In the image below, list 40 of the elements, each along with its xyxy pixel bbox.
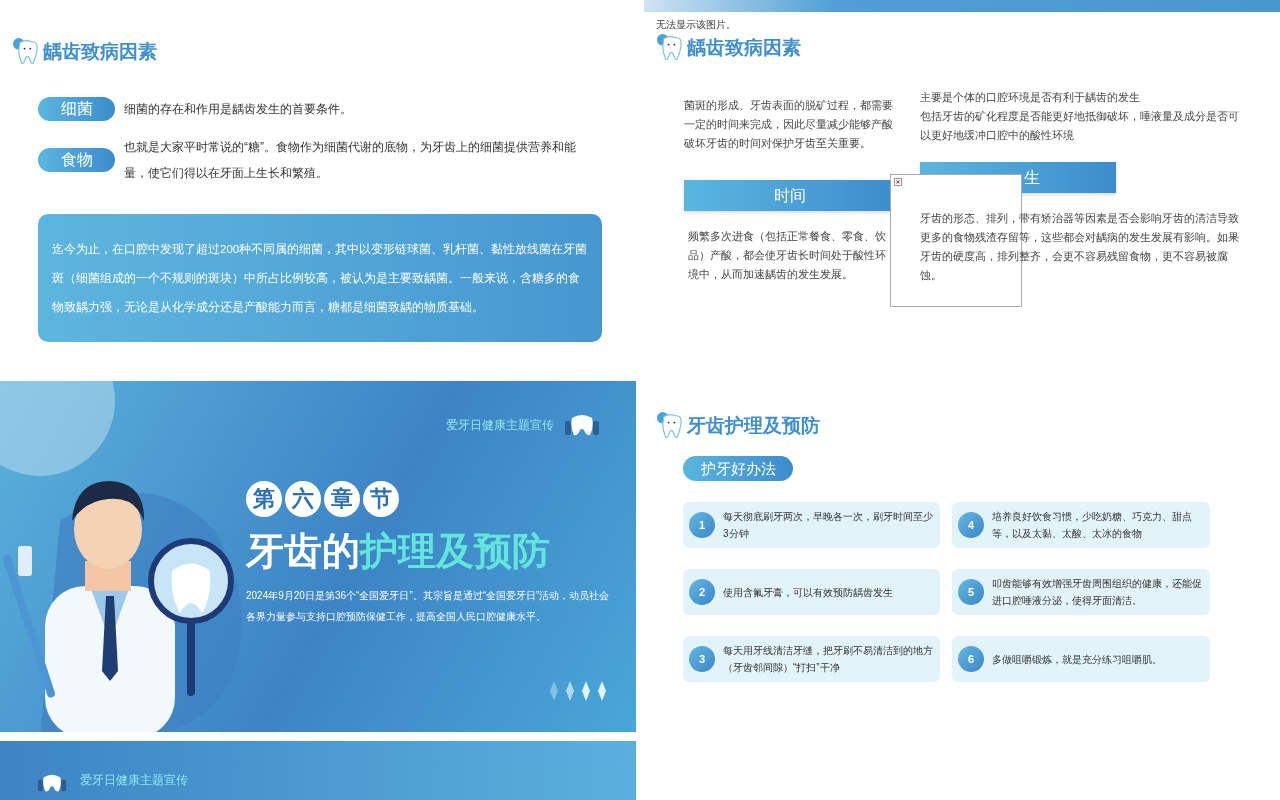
- tooth-mascot-icon: [656, 411, 683, 440]
- chapter-badge: 六: [285, 481, 321, 518]
- step-number: 3: [689, 646, 715, 672]
- tooth-mascot-icon: [12, 37, 39, 66]
- factor-description: 细菌的存在和作用是龋齿发生的首要条件。: [124, 101, 353, 118]
- tip-text: 培养良好饮食习惯，少吃奶糖、巧克力、甜点等，以及太黏、太酸、太冰的食物: [992, 510, 1193, 541]
- step-number: 5: [958, 579, 984, 605]
- tagline: 爱牙日健康主题宣传: [80, 772, 188, 787]
- chapter-badge: 节: [363, 481, 399, 518]
- callout-panel: 迄今为止，在口腔中发现了超过200种不同属的细菌，其中以变形链球菌、乳杆菌、黏性放线菌在牙菌斑（细菌组成的一个不规则的斑块）中所占比例较高，被认为是主要致龋菌。一般来说，含糖多的食物致龋力强，无论是从化学成分还是产酸能力而言，糖都是细菌致龋的物质基础。: [38, 214, 602, 342]
- step-number: 1: [689, 512, 715, 538]
- slide-title: 牙齿护理及预防: [687, 413, 820, 438]
- tooth-mascot-icon: [656, 33, 683, 62]
- factor-description: 牙齿的形态、排列，带有矫治器等因素是否会影响牙齿的清洁导致更多的食物残渣存留等，这些都会对龋病的发生发展有影响。如果牙齿的硬度高，排列整齐，会更不容易残留食物，更不容易被腐蚀。: [920, 211, 1240, 283]
- factor-description: 主要是个体的口腔环境是否有利于龋齿的发生: [920, 90, 1141, 105]
- section-tag: 护牙好办法: [683, 456, 793, 481]
- factor-description: 包括牙齿的矿化程度是否能更好地抵御破坏，唾液量及成分是否可以更好地缓冲口腔中的酸性环境: [920, 109, 1240, 143]
- chapter-badge: 第: [246, 481, 282, 518]
- step-number: 2: [689, 579, 715, 605]
- tip-text: 每天用牙线清洁牙缝，把牙刷不易清洁到的地方（牙齿邻间隙）“打扫”干净: [723, 644, 934, 675]
- tip-text: 叩齿能够有效增强牙齿周围组织的健康，还能促进口腔唾液分泌，使得牙面清洁。: [992, 577, 1203, 608]
- image-error-text: 无法显示该图片。: [656, 19, 737, 31]
- factor-description: 频繁多次进食（包括正常餐食、零食、饮品）产酸，都会使牙齿长时间处于酸性环境中，从而加速龋齿的发生发展。: [687, 229, 887, 282]
- tooth-mascot-icon: [564, 413, 600, 438]
- step-number: 6: [958, 646, 984, 672]
- factor-tag: 细菌: [38, 97, 115, 121]
- factor-tag: 食物: [38, 148, 115, 172]
- factor-description: 菌斑的形成、牙齿表面的脱矿过程，都需要一定的时间来完成，因此尽量减少能够产酸破坏牙齿的时间对保护牙齿至关重要。: [684, 98, 894, 151]
- tip-text: 多做咀嚼锻炼，就是充分练习咀嚼肌。: [992, 652, 1162, 667]
- section-description: 2024年9月20日是第36个“全国爱牙日”。其宗旨是通过“全国爱牙日”活动，动员社会各界力量参与支持口腔预防保健工作，提高全国人民口腔健康水平。: [246, 589, 611, 625]
- tip-text: 使用含氟牙膏，可以有效预防龋齿发生: [723, 585, 893, 600]
- factor-description: 也就是大家平时常说的“糖”。食物作为细菌代谢的底物，为牙齿上的细菌提供营养和能量，使它们得以在牙面上生长和繁殖。: [124, 139, 577, 182]
- tagline: 爱牙日健康主题宣传: [446, 416, 554, 434]
- chapter-badge: 章: [324, 481, 360, 518]
- section-title: 牙齿的护理及预防: [246, 529, 551, 575]
- slide-title: 龋齿致病因素: [43, 39, 157, 64]
- slide-title: 龋齿致病因素: [687, 35, 801, 60]
- broken-image-icon: [894, 178, 902, 186]
- tip-text: 每天彻底刷牙两次，早晚各一次，刷牙时间至少3分钟: [723, 510, 934, 541]
- step-number: 4: [958, 512, 984, 538]
